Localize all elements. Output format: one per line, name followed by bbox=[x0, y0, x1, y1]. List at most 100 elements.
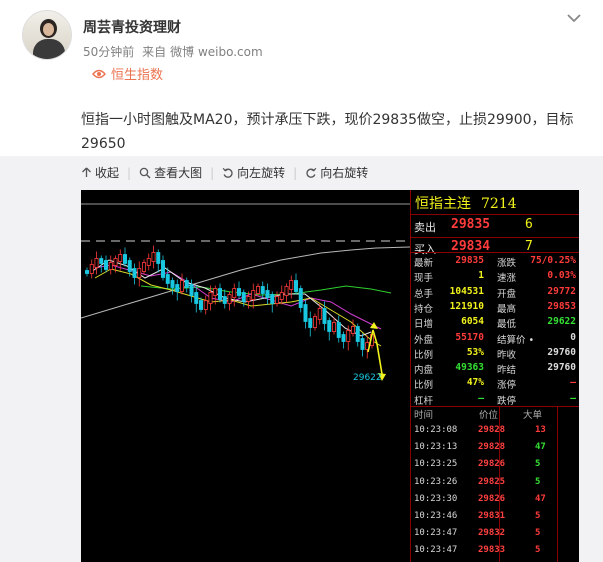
candle-body bbox=[360, 338, 365, 350]
ask-row: 卖出 29835 6 bbox=[411, 215, 579, 237]
candle-body bbox=[236, 288, 241, 296]
tick-row: 10:23:30 29826 47 bbox=[411, 492, 579, 509]
search-icon bbox=[139, 167, 151, 178]
stat-value: 75/0.25% bbox=[530, 255, 576, 266]
stat-key: 速涨 bbox=[497, 273, 517, 285]
stat-right: 昨收 29760 bbox=[497, 346, 576, 361]
stat-value: 104531 bbox=[449, 285, 484, 297]
futures-chart-image[interactable]: 29622 恒指主连 7214 卖出 29835 6 买入 29834 7 最新 2… bbox=[81, 190, 579, 562]
tick-row: 10:23:47 29833 5 bbox=[411, 543, 579, 560]
stat-key: 总手 bbox=[414, 288, 434, 300]
rotate-left-icon bbox=[222, 167, 233, 178]
stat-key: 最低 bbox=[497, 319, 517, 331]
contract-name: 恒指主连 bbox=[415, 196, 471, 212]
view-large-label: 查看大图 bbox=[154, 166, 203, 180]
stat-value: 0.03% bbox=[547, 270, 576, 282]
stat-left: 内盘 49363 bbox=[414, 361, 484, 376]
candle-body bbox=[270, 294, 275, 304]
collapse-button[interactable]: 收起 bbox=[81, 164, 119, 181]
candlestick-chart: 29622 bbox=[81, 203, 410, 383]
candle-body bbox=[113, 258, 118, 266]
candle-body bbox=[246, 296, 251, 302]
stat-key: 比例 bbox=[414, 380, 434, 392]
stat-value: 55170 bbox=[455, 331, 484, 343]
stat-key: 现手 bbox=[414, 273, 434, 285]
tick-row: 10:23:26 29825 5 bbox=[411, 475, 579, 492]
candle-body bbox=[137, 268, 142, 278]
tick-time: 10:23:30 bbox=[414, 493, 458, 504]
stat-value: 121910 bbox=[449, 300, 484, 312]
tick-time: 10:23:47 bbox=[414, 528, 458, 539]
stat-value: — bbox=[570, 392, 576, 404]
stat-value: 29853 bbox=[547, 300, 576, 312]
arrow-down-line bbox=[376, 343, 383, 375]
candle-body bbox=[274, 296, 279, 304]
rotate-left-button[interactable]: 向左旋转 bbox=[222, 164, 285, 181]
post-source[interactable]: 微博 weibo.com bbox=[170, 45, 263, 59]
stat-value: 1 bbox=[478, 270, 484, 282]
arrow-up-icon bbox=[82, 167, 91, 177]
image-toolbar: 收起 | 查看大图 | 向左旋转 | 向右旋转 bbox=[81, 164, 368, 181]
stat-key: 内盘 bbox=[414, 365, 434, 377]
candle-body bbox=[208, 292, 213, 304]
candle-body bbox=[322, 308, 327, 324]
candle-body bbox=[217, 288, 222, 300]
tick-price: 29826 bbox=[478, 493, 506, 504]
candle-body bbox=[175, 284, 180, 292]
chevron-down-icon[interactable] bbox=[567, 13, 581, 23]
candle-body bbox=[170, 280, 175, 288]
stat-right: 结算价 • 0 bbox=[497, 331, 576, 346]
stat-value: 29622 bbox=[547, 316, 576, 328]
stat-value: 29772 bbox=[547, 285, 576, 297]
tick-price: 29828 bbox=[478, 425, 506, 435]
candle-body bbox=[165, 274, 170, 284]
candle-body bbox=[94, 258, 99, 268]
tick-size: 13 bbox=[535, 425, 546, 435]
candle-body bbox=[146, 258, 151, 266]
candle-body bbox=[317, 308, 322, 320]
candle-body bbox=[227, 294, 232, 304]
stat-right: 昨结 29760 bbox=[497, 361, 576, 376]
tick-size: 5 bbox=[535, 511, 541, 521]
avatar[interactable] bbox=[22, 10, 72, 60]
tick-size: 5 bbox=[535, 476, 541, 487]
candle-body bbox=[103, 260, 108, 270]
tick-row: 10:23:08 29828 13 bbox=[411, 423, 579, 440]
tick-size: 5 bbox=[535, 528, 541, 539]
candle-body bbox=[346, 330, 351, 342]
ask-label: 卖出 bbox=[414, 221, 436, 234]
tick-price: 29828 bbox=[478, 442, 506, 453]
rotate-right-button[interactable]: 向右旋转 bbox=[305, 164, 368, 181]
candle-body bbox=[142, 262, 147, 272]
tick-time: 10:23:26 bbox=[414, 476, 458, 487]
candle-body bbox=[336, 322, 341, 338]
tick-size: 47 bbox=[535, 442, 546, 453]
tick-row: 10:23:47 29832 5 bbox=[411, 526, 579, 543]
stat-left: 持仓 121910 bbox=[414, 300, 484, 315]
post-time[interactable]: 50分钟前 bbox=[83, 45, 134, 59]
view-large-button[interactable]: 查看大图 bbox=[139, 164, 202, 181]
candle-body bbox=[132, 268, 137, 278]
stat-key: 杠杆 bbox=[414, 395, 434, 407]
stat-key: 最高 bbox=[497, 303, 517, 315]
stat-left: 比例 47% bbox=[414, 376, 484, 391]
post-text-line1: 恒指一小时图触及MA20，预计承压下跌，现价29835做空，止损29900，目标 bbox=[81, 112, 574, 128]
candle-body bbox=[308, 318, 313, 328]
tick-header-price: 价位 bbox=[479, 410, 499, 421]
tick-time: 10:23:46 bbox=[414, 511, 458, 521]
topic-tag[interactable]: 恒生指数 bbox=[92, 64, 163, 83]
tick-price: 29832 bbox=[478, 528, 506, 539]
stat-value: 6054 bbox=[461, 316, 484, 328]
candle-body bbox=[293, 280, 298, 292]
stat-value: 29835 bbox=[455, 255, 484, 266]
stat-left: 日增 6054 bbox=[414, 315, 484, 330]
contract-title: 恒指主连 7214 bbox=[415, 193, 517, 213]
stat-key: 比例 bbox=[414, 349, 434, 361]
stat-right: 涨停 — bbox=[497, 376, 576, 391]
tick-size: 5 bbox=[535, 459, 541, 470]
stat-left: 总手 104531 bbox=[414, 285, 484, 300]
stat-value: 47% bbox=[466, 377, 484, 389]
username[interactable]: 周芸青投资理财 bbox=[83, 17, 181, 37]
collapse-label: 收起 bbox=[95, 166, 120, 180]
candle-body bbox=[222, 296, 227, 304]
